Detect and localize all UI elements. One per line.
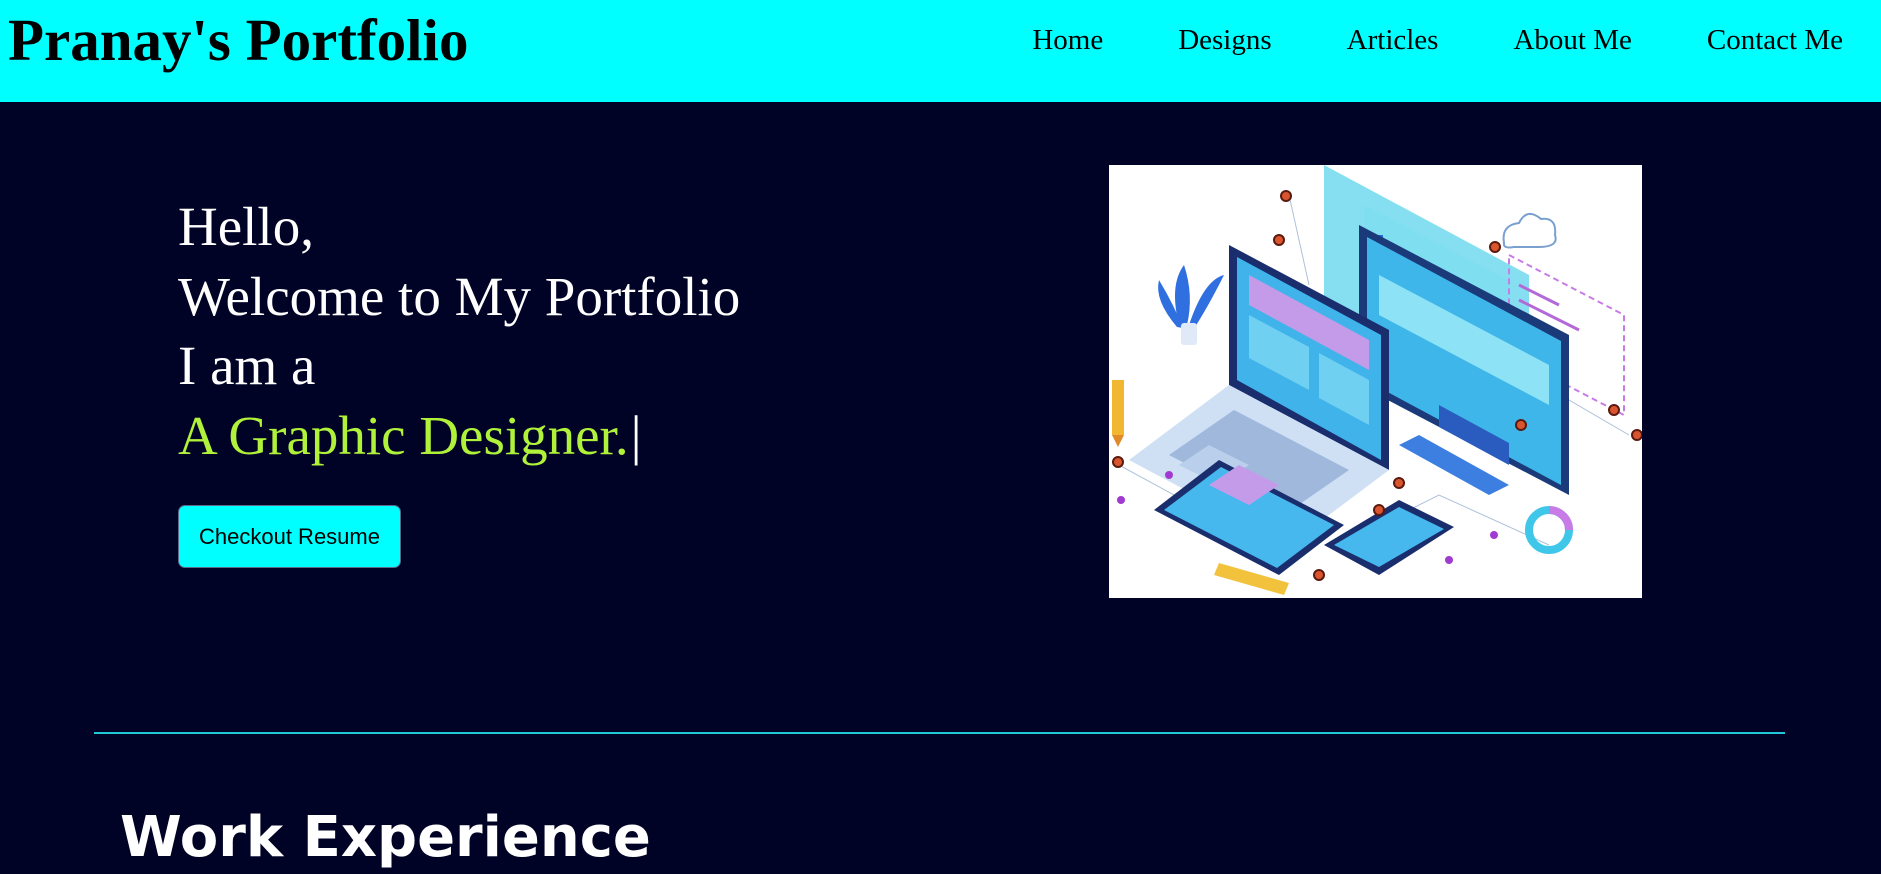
nav-link-designs[interactable]: Designs — [1178, 22, 1271, 58]
section-divider — [94, 732, 1785, 734]
hero-text: Hello, Welcome to My Portfolio I am a A … — [178, 192, 740, 470]
nav-link-articles[interactable]: Articles — [1347, 22, 1439, 58]
nav-link-about-me[interactable]: About Me — [1513, 22, 1631, 58]
nav-menu: Home Designs Articles About Me Contact M… — [1032, 22, 1843, 58]
nav-link-contact-me[interactable]: Contact Me — [1707, 22, 1843, 58]
work-experience-heading: Work Experience — [120, 805, 651, 870]
checkout-resume-button[interactable]: Checkout Resume — [178, 505, 401, 568]
hero-role: A Graphic Designer. — [178, 404, 629, 466]
hero-welcome: Welcome to My Portfolio — [178, 265, 741, 327]
hero-role-line: A Graphic Designer.| — [178, 401, 740, 471]
navbar: Pranay's Portfolio Home Designs Articles… — [0, 0, 1881, 102]
site-title[interactable]: Pranay's Portfolio — [8, 4, 468, 76]
hero-greeting: Hello, — [178, 196, 314, 257]
hero-intro: I am a — [178, 335, 316, 396]
devices-illustration-icon — [1109, 165, 1642, 598]
typing-cursor: | — [630, 404, 642, 466]
nav-link-home[interactable]: Home — [1032, 22, 1103, 58]
